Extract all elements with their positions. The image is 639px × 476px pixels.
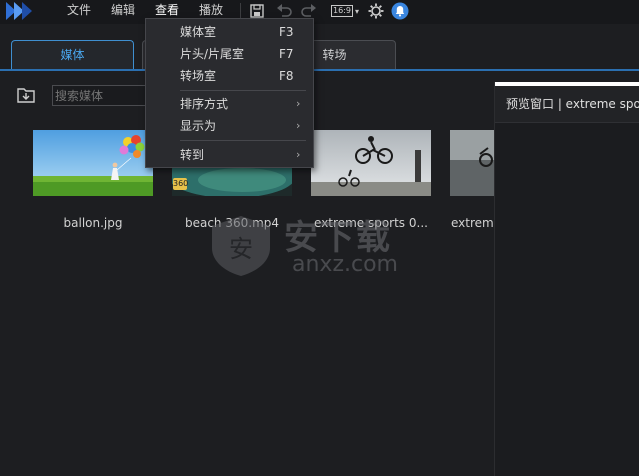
menu-separator xyxy=(240,3,241,19)
media-thumbnail-extreme[interactable] xyxy=(450,130,494,196)
aspect-ratio-icon[interactable]: 16:9 ▾ xyxy=(328,2,362,20)
menu-item-shortcut: F7 xyxy=(279,47,294,61)
menu-item-shortcut: F8 xyxy=(279,69,294,83)
menu-separator xyxy=(180,90,306,91)
chevron-right-icon: › xyxy=(296,119,301,132)
menu-item-label: 转场室 xyxy=(180,69,217,83)
watermark-text-en: anxz.com xyxy=(292,252,398,277)
menu-item-label: 转到 xyxy=(180,148,205,162)
tab-underline xyxy=(0,69,639,71)
menu-item-title-room[interactable]: 片头/片尾室 F7 xyxy=(146,43,313,65)
menu-item-go-to[interactable]: 转到 › xyxy=(146,144,313,166)
media-thumbnail-ballon[interactable] xyxy=(33,130,153,196)
media-thumbnail-extreme-sports[interactable] xyxy=(311,130,431,196)
app-logo-icon xyxy=(2,0,38,22)
menu-item-transition-room[interactable]: 转场室 F8 xyxy=(146,65,313,87)
media-name-extreme: extreme xyxy=(451,216,494,230)
aspect-ratio-label: 16:9 xyxy=(331,5,353,17)
notification-bell-icon[interactable] xyxy=(390,2,410,20)
menu-separator xyxy=(180,140,306,141)
chevron-right-icon: › xyxy=(296,97,301,110)
menu-item-media-room[interactable]: 媒体室 F3 xyxy=(146,21,313,43)
preview-panel: 预览窗口 | extreme spo xyxy=(494,82,639,476)
menu-item-label: 片头/片尾室 xyxy=(180,47,245,61)
watermark-shield-icon: 安 xyxy=(212,216,270,276)
menu-item-label: 排序方式 xyxy=(180,97,229,111)
preview-window-title: 预览窗口 | extreme spo xyxy=(495,86,639,122)
menu-file[interactable]: 文件 xyxy=(67,0,91,22)
settings-gear-icon[interactable] xyxy=(366,2,386,20)
menu-item-label: 媒体室 xyxy=(180,25,217,39)
360-video-badge-icon: 360 xyxy=(173,178,189,190)
menu-item-display-as[interactable]: 显示为 › xyxy=(146,115,313,137)
preview-canvas[interactable] xyxy=(495,122,639,476)
view-menu-dropdown: 媒体室 F3 片头/片尾室 F7 转场室 F8 排序方式 › 显示为 › 转到 … xyxy=(145,18,314,168)
watermark: 安 安下载 anxz.com xyxy=(208,212,438,282)
tab-media[interactable]: 媒体 xyxy=(11,40,134,69)
menu-item-shortcut: F3 xyxy=(279,25,294,39)
chevron-right-icon: › xyxy=(296,148,301,161)
menu-bar: 文件 编辑 查看 播放 16:9 ▾ xyxy=(0,0,639,24)
chevron-down-icon: ▾ xyxy=(354,6,359,16)
import-media-icon[interactable] xyxy=(16,86,36,104)
search-media-input[interactable] xyxy=(52,85,148,106)
media-name-ballon: ballon.jpg xyxy=(63,216,123,230)
menu-item-label: 显示为 xyxy=(180,119,217,133)
tab-bar: 媒体 转场 xyxy=(0,24,639,72)
svg-text:安: 安 xyxy=(229,235,253,263)
menu-edit[interactable]: 编辑 xyxy=(111,0,135,22)
menu-item-sort-by[interactable]: 排序方式 › xyxy=(146,93,313,115)
